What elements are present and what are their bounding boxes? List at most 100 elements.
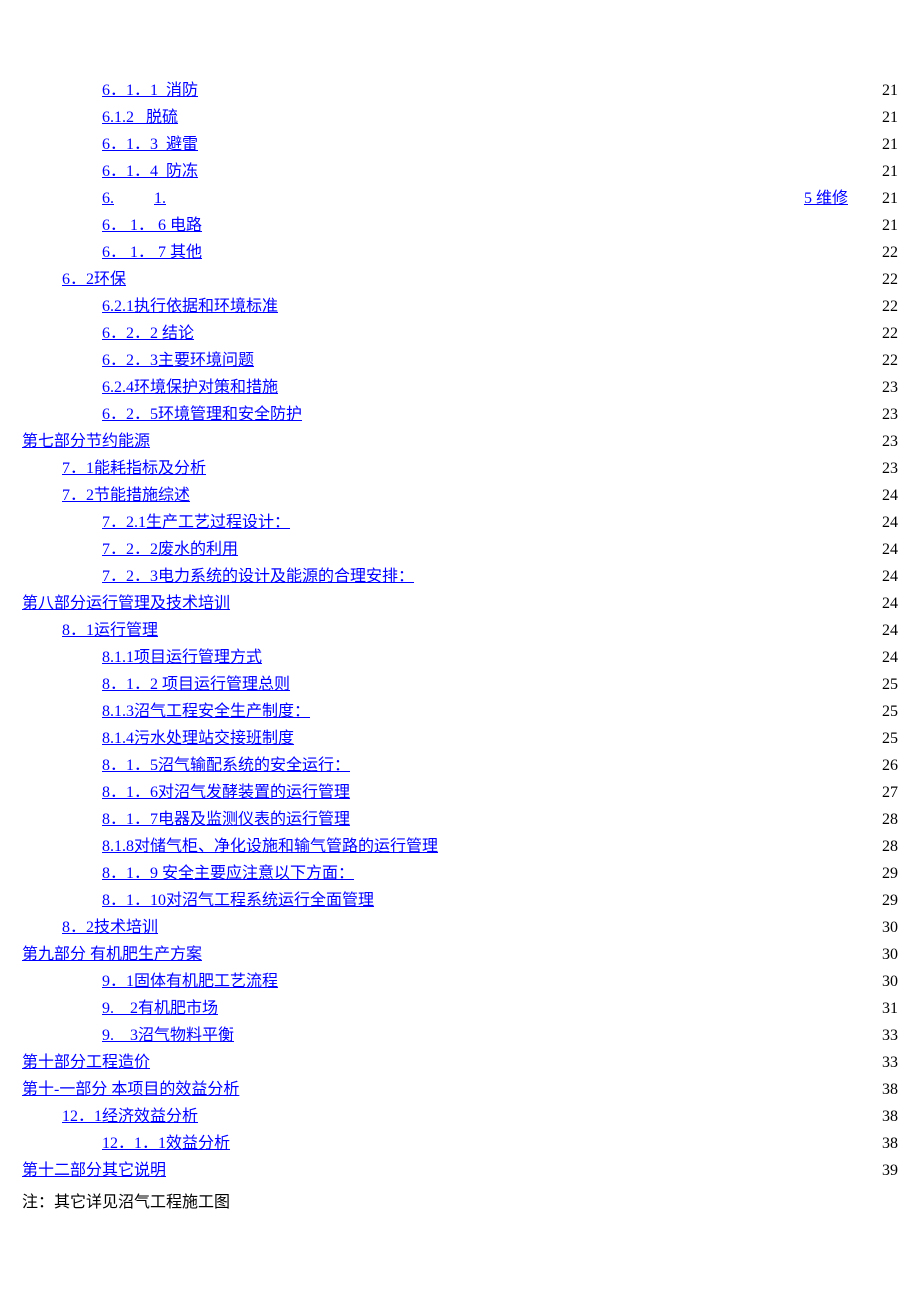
toc-entry: 7．2.1生产工艺过程设计： 24	[22, 510, 898, 536]
toc-link[interactable]: 5 维修	[804, 186, 848, 212]
toc-entry: 7．2．3电力系统的设计及能源的合理安排： 24	[22, 564, 898, 590]
toc-entry-special: 6. 1. 5 维修21	[22, 186, 898, 212]
toc-page-number: 24	[866, 483, 898, 509]
toc-link[interactable]: 8．1．5沼气输配系统的安全运行：	[102, 753, 350, 779]
toc-page-number: 21	[866, 78, 898, 104]
toc-page-number: 39	[866, 1158, 898, 1184]
toc-entry: 8．1．6对沼气发酵装置的运行管理 27	[22, 780, 898, 806]
toc-page-number: 24	[866, 618, 898, 644]
toc-link[interactable]: 6．2．3主要环境问题	[102, 348, 254, 374]
toc-page-number: 30	[866, 942, 898, 968]
toc-page-number: 23	[866, 402, 898, 428]
toc-entry: 第七部分节约能源 23	[22, 429, 898, 455]
toc-entry: 12．1经济效益分析38	[22, 1104, 898, 1130]
toc-page-number: 22	[866, 321, 898, 347]
toc-entry: 9．1固体有机肥工艺流程30	[22, 969, 898, 995]
document-page: 6．1．1 消防216.1.2 脱硫216．1．3 避雷216．1．4 防冻21…	[0, 0, 920, 1302]
toc-link[interactable]: 6.2.1执行依据和环境标准	[102, 294, 278, 320]
toc-entry: 12．1．1效益分析 38	[22, 1131, 898, 1157]
toc-link[interactable]: 9．1固体有机肥工艺流程	[102, 969, 278, 995]
toc-page-number: 21	[866, 132, 898, 158]
toc-entry: 6． 1． 7 其他22	[22, 240, 898, 266]
toc-link[interactable]: 6.	[22, 186, 114, 212]
toc-link[interactable]: 9. 2有机肥市场	[102, 996, 218, 1022]
toc-page-number: 24	[866, 537, 898, 563]
toc-entry: 8．1．10对沼气工程系统运行全面管理 29	[22, 888, 898, 914]
toc-link[interactable]: 6．1．4 防冻	[102, 159, 198, 185]
toc-link[interactable]: 12．1．1效益分析	[102, 1131, 230, 1157]
toc-link[interactable]: 7．2.1生产工艺过程设计：	[102, 510, 290, 536]
toc-entry: 第十-一部分 本项目的效益分析38	[22, 1077, 898, 1103]
toc-entry: 8.1.4污水处理站交接班制度25	[22, 726, 898, 752]
toc-link[interactable]: 8．1运行管理	[62, 618, 158, 644]
toc-page-number: 38	[866, 1131, 898, 1157]
toc-entry: 8.1.3沼气工程安全生产制度： 25	[22, 699, 898, 725]
toc-page-number: 22	[866, 294, 898, 320]
toc-link[interactable]: 7．1能耗指标及分析	[62, 456, 206, 482]
toc-page-number: 27	[866, 780, 898, 806]
toc-link[interactable]: 8．1．2 项目运行管理总则	[102, 672, 290, 698]
toc-link[interactable]: 6．1．1 消防	[102, 78, 198, 104]
toc-link[interactable]: 6．1．3 避雷	[102, 132, 198, 158]
toc-page-number: 24	[866, 564, 898, 590]
toc-page-number: 21	[866, 105, 898, 131]
toc-page-number: 33	[866, 1023, 898, 1049]
toc-entry: 8．2技术培训 30	[22, 915, 898, 941]
toc-link[interactable]: 第十二部分其它说明	[22, 1158, 166, 1184]
toc-link[interactable]: 第十部分工程造价	[22, 1050, 150, 1076]
toc-link[interactable]: 7．2．3电力系统的设计及能源的合理安排：	[102, 564, 414, 590]
toc-link[interactable]: 6.2.4环境保护对策和措施	[102, 375, 278, 401]
toc-link[interactable]: 第八部分运行管理及技术培训	[22, 591, 230, 617]
toc-link[interactable]: 6． 1． 6 电路	[102, 213, 202, 239]
toc-entry: 6．1．4 防冻21	[22, 159, 898, 185]
toc-page-number: 24	[866, 510, 898, 536]
toc-link[interactable]: 第十-一部分 本项目的效益分析	[22, 1077, 239, 1103]
toc-entry: 7．2节能措施综述 24	[22, 483, 898, 509]
toc-entry: 8．1．2 项目运行管理总则 25	[22, 672, 898, 698]
toc-link[interactable]: 6．2．2 结论	[102, 321, 194, 347]
toc-link[interactable]: 6.1.2 脱硫	[102, 105, 178, 131]
toc-page-number: 26	[866, 753, 898, 779]
toc-page-number: 25	[866, 672, 898, 698]
toc-link[interactable]: 7．2．2废水的利用	[102, 537, 238, 563]
toc-link[interactable]: 12．1经济效益分析	[62, 1104, 198, 1130]
toc-entry: 第八部分运行管理及技术培训 24	[22, 591, 898, 617]
toc-page-number: 24	[866, 645, 898, 671]
toc-link[interactable]: 8．2技术培训	[62, 915, 158, 941]
table-of-contents: 6．1．1 消防216.1.2 脱硫216．1．3 避雷216．1．4 防冻21…	[22, 78, 898, 1184]
toc-link[interactable]: 8．1．10对沼气工程系统运行全面管理	[102, 888, 374, 914]
toc-link[interactable]: 8.1.4污水处理站交接班制度	[102, 726, 294, 752]
toc-link[interactable]: 1.	[154, 186, 166, 212]
toc-entry: 6． 1． 6 电路21	[22, 213, 898, 239]
toc-entry: 6．2．2 结论 22	[22, 321, 898, 347]
toc-page-number: 23	[866, 375, 898, 401]
toc-entry: 8.1.1项目运行管理方式 24	[22, 645, 898, 671]
toc-entry: 第九部分 有机肥生产方案 30	[22, 942, 898, 968]
toc-link[interactable]: 第七部分节约能源	[22, 429, 150, 455]
toc-page-number: 30	[866, 915, 898, 941]
toc-link[interactable]: 6．2环保	[62, 267, 126, 293]
toc-link[interactable]: 7．2节能措施综述	[62, 483, 190, 509]
toc-link[interactable]: 9. 3沼气物料平衡	[102, 1023, 234, 1049]
toc-link[interactable]: 6． 1． 7 其他	[102, 240, 202, 266]
toc-page-number: 33	[866, 1050, 898, 1076]
toc-link[interactable]: 第九部分 有机肥生产方案	[22, 942, 202, 968]
toc-link[interactable]: 8．1．7电器及监测仪表的运行管理	[102, 807, 350, 833]
toc-entry: 8．1．9 安全主要应注意以下方面：29	[22, 861, 898, 887]
toc-entry: 6．2环保22	[22, 267, 898, 293]
toc-link[interactable]: 8．1．6对沼气发酵装置的运行管理	[102, 780, 350, 806]
toc-link[interactable]: 8.1.3沼气工程安全生产制度：	[102, 699, 310, 725]
toc-link[interactable]: 8.1.8对储气柜、净化设施和输气管路的运行管理	[102, 834, 438, 860]
toc-page-number: 25	[866, 699, 898, 725]
toc-entry: 8．1．5沼气输配系统的安全运行： 26	[22, 753, 898, 779]
toc-link[interactable]: 8.1.1项目运行管理方式	[102, 645, 262, 671]
toc-entry: 7．1能耗指标及分析23	[22, 456, 898, 482]
toc-entry: 6.2.4环境保护对策和措施 23	[22, 375, 898, 401]
toc-entry: 9. 3沼气物料平衡 33	[22, 1023, 898, 1049]
toc-page-number: 24	[866, 591, 898, 617]
toc-page-number: 29	[866, 888, 898, 914]
toc-page-number: 23	[866, 429, 898, 455]
toc-page-number: 21	[848, 186, 898, 212]
toc-link[interactable]: 6．2．5环境管理和安全防护	[102, 402, 302, 428]
toc-link[interactable]: 8．1．9 安全主要应注意以下方面：	[102, 861, 354, 887]
